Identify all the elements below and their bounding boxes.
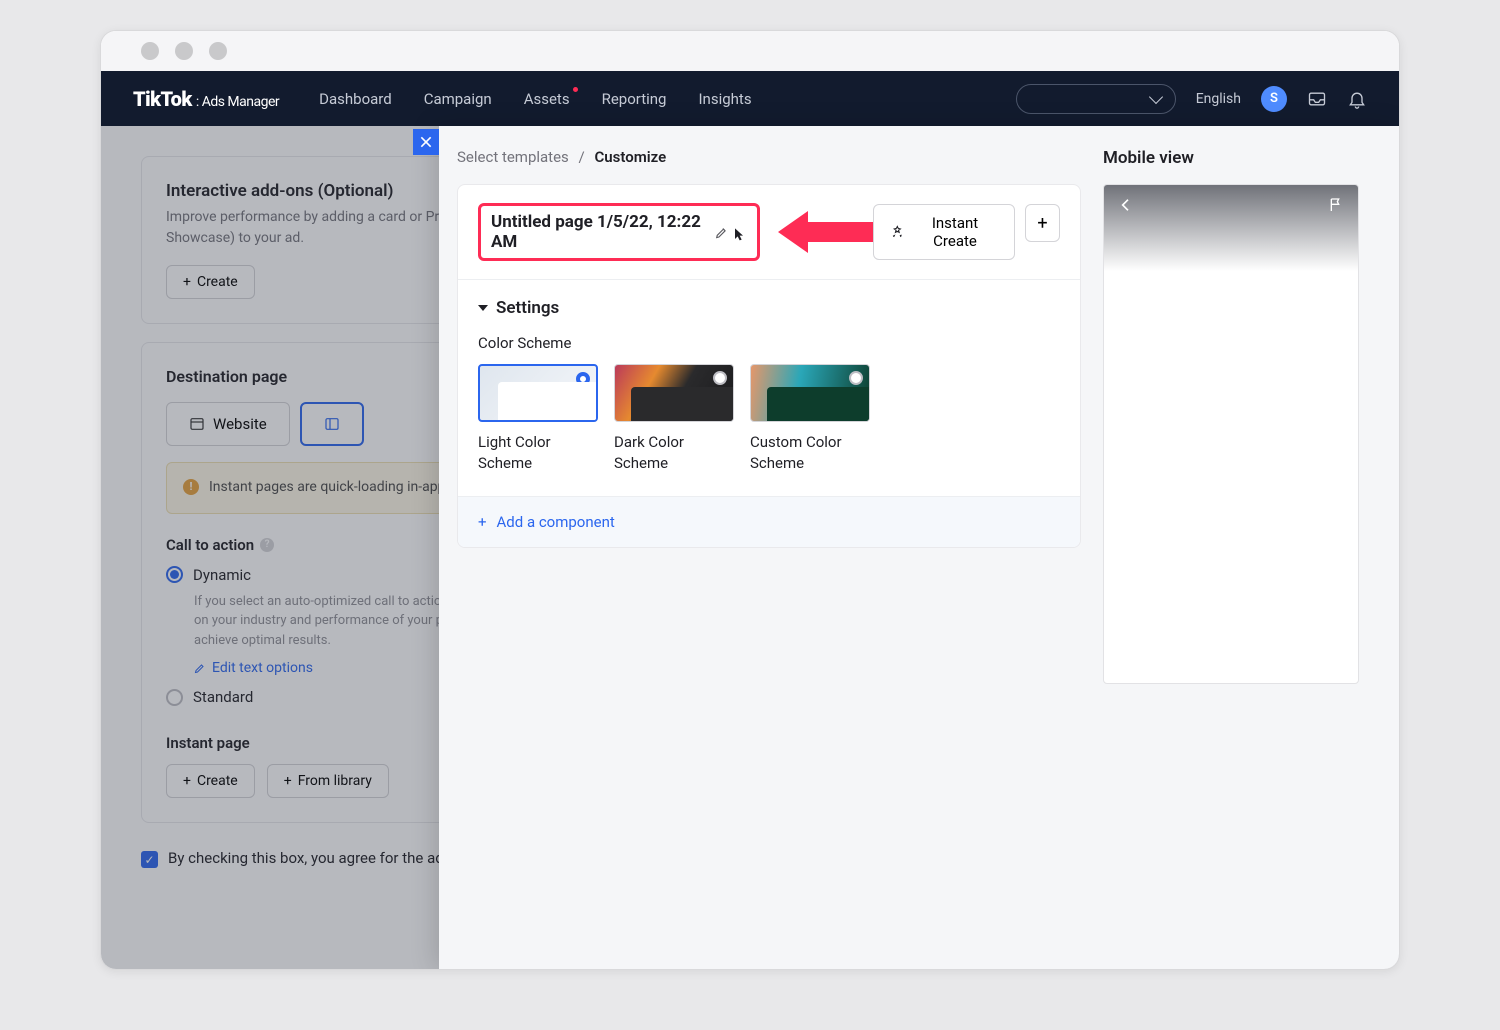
- brand-name: TikTok: [133, 87, 192, 111]
- nav-badge: [573, 87, 578, 92]
- bell-icon[interactable]: [1347, 89, 1367, 109]
- nav-campaign[interactable]: Campaign: [424, 90, 492, 108]
- browser-frame: TikTok: Ads Manager Dashboard Campaign A…: [100, 30, 1400, 970]
- window-dot: [141, 42, 159, 60]
- topbar: TikTok: Ads Manager Dashboard Campaign A…: [101, 71, 1399, 126]
- brand-sub: : Ads Manager: [196, 94, 279, 110]
- account-dropdown[interactable]: [1016, 84, 1176, 114]
- customize-panel: Select templates / Customize Untitled pa…: [439, 126, 1399, 969]
- inbox-icon[interactable]: [1307, 89, 1327, 109]
- title-actions: Instant Create +: [873, 204, 1060, 260]
- close-icon: [418, 134, 434, 150]
- instant-create-button[interactable]: Instant Create: [873, 204, 1015, 260]
- add-component-button[interactable]: + Add a component: [458, 497, 1080, 547]
- callout-arrow: [778, 205, 873, 259]
- window-dot: [209, 42, 227, 60]
- scheme-dark-swatch: [614, 364, 734, 422]
- editor-card: Untitled page 1/5/22, 12:22 AM: [457, 184, 1081, 548]
- nav-insights[interactable]: Insights: [698, 90, 751, 108]
- scheme-light-label: Light Color Scheme: [478, 432, 598, 474]
- radio-icon: [849, 371, 863, 385]
- breadcrumb-select-templates[interactable]: Select templates: [457, 148, 569, 166]
- color-scheme-row: Light Color Scheme Dark Color Scheme Cus…: [478, 364, 1060, 474]
- scheme-light-swatch: [478, 364, 598, 422]
- cursor-icon: [731, 226, 747, 244]
- scheme-custom[interactable]: Custom Color Scheme: [750, 364, 870, 474]
- add-button[interactable]: +: [1025, 204, 1060, 242]
- scheme-dark[interactable]: Dark Color Scheme: [614, 364, 734, 474]
- radio-icon: [713, 371, 727, 385]
- chevron-down-icon: [1149, 89, 1163, 103]
- magic-icon: [890, 224, 905, 240]
- settings-toggle[interactable]: Settings: [478, 298, 1060, 318]
- settings-heading-label: Settings: [496, 298, 559, 318]
- language-switch[interactable]: English: [1196, 91, 1241, 107]
- pencil-icon: [715, 225, 728, 240]
- scheme-custom-label: Custom Color Scheme: [750, 432, 870, 474]
- page-title-edit[interactable]: Untitled page 1/5/22, 12:22 AM: [478, 203, 760, 261]
- breadcrumb-customize: Customize: [594, 148, 666, 166]
- scheme-dark-label: Dark Color Scheme: [614, 432, 734, 474]
- color-scheme-heading: Color Scheme: [478, 334, 1060, 352]
- preview-column: Mobile view: [1099, 126, 1399, 969]
- primary-nav: Dashboard Campaign Assets Reporting Insi…: [319, 90, 751, 108]
- scheme-light[interactable]: Light Color Scheme: [478, 364, 598, 474]
- app: TikTok: Ads Manager Dashboard Campaign A…: [101, 71, 1399, 969]
- nav-dashboard[interactable]: Dashboard: [319, 90, 392, 108]
- scheme-custom-swatch: [750, 364, 870, 422]
- title-left: Untitled page 1/5/22, 12:22 AM: [478, 203, 873, 261]
- flag-icon[interactable]: [1328, 197, 1344, 213]
- brand-logo: TikTok: Ads Manager: [133, 87, 279, 111]
- editor-column: Select templates / Customize Untitled pa…: [439, 126, 1099, 969]
- page-title: Untitled page 1/5/22, 12:22 AM: [491, 212, 707, 252]
- caret-down-icon: [478, 305, 488, 311]
- browser-chrome: [101, 31, 1399, 71]
- back-icon[interactable]: [1118, 197, 1134, 213]
- close-button[interactable]: [413, 129, 439, 155]
- add-component-label: Add a component: [497, 513, 615, 531]
- breadcrumb-sep: /: [579, 148, 585, 166]
- plus-icon: +: [478, 513, 487, 531]
- instant-create-label: Instant Create: [912, 214, 998, 250]
- settings-block: Settings Color Scheme Light Color Scheme…: [458, 280, 1080, 497]
- mobile-preview: [1103, 184, 1359, 684]
- title-row: Untitled page 1/5/22, 12:22 AM: [458, 185, 1080, 280]
- nav-assets-label: Assets: [524, 90, 570, 108]
- mobile-preview-header: [1104, 185, 1358, 271]
- nav-assets[interactable]: Assets: [524, 90, 570, 108]
- radio-selected-icon: [576, 372, 590, 386]
- mobile-view-heading: Mobile view: [1103, 148, 1377, 168]
- topbar-right: English S: [1016, 84, 1367, 114]
- plus-icon: +: [1037, 213, 1047, 234]
- breadcrumb: Select templates / Customize: [457, 148, 1081, 166]
- nav-reporting[interactable]: Reporting: [602, 90, 667, 108]
- window-dot: [175, 42, 193, 60]
- avatar[interactable]: S: [1261, 86, 1287, 112]
